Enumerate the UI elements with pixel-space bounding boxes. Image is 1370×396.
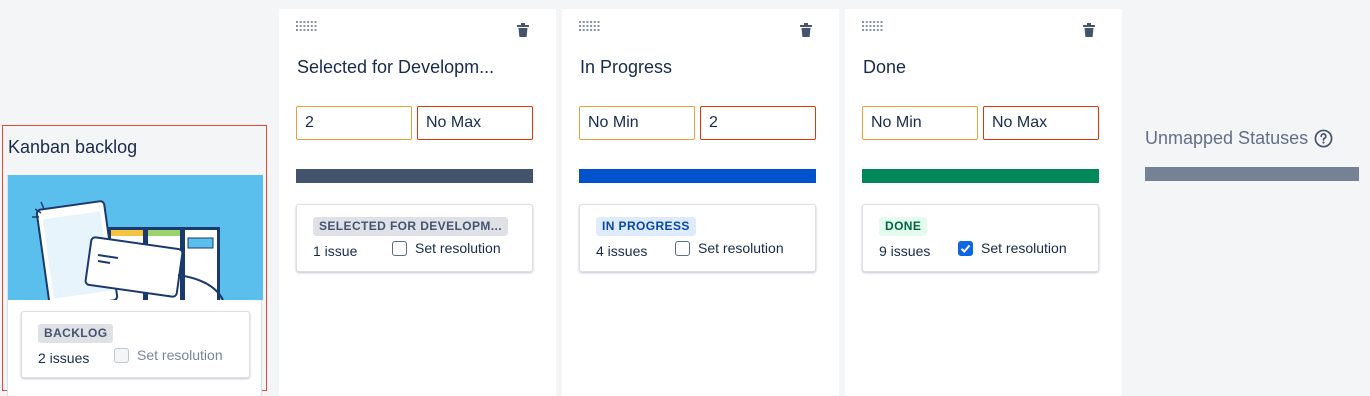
max-constraint-input[interactable] [417,106,533,140]
set-resolution-checkbox[interactable]: Set resolution [114,347,223,363]
trash-icon[interactable] [798,22,814,38]
column-title[interactable]: Done [863,57,906,78]
column-title: Kanban backlog [8,137,138,157]
status-category-bar [862,169,1099,183]
status-card[interactable]: IN PROGRESS 4 issues Set resolution [579,204,816,272]
status-column[interactable]: In Progress IN PROGRESS 4 issues Set res… [562,9,839,396]
min-constraint-input[interactable] [579,106,695,140]
set-resolution-checkbox[interactable]: Set resolution [675,240,784,256]
status-lozenge: BACKLOG [38,324,114,343]
unmapped-statuses-title: Unmapped Statuses [1145,128,1333,149]
issue-count: 1 issue [313,243,358,259]
checkbox-box[interactable] [958,240,973,256]
trash-icon[interactable] [515,22,531,38]
status-lozenge: DONE [879,217,928,236]
backlog-panel: BACKLOG 2 issues Set resolution [7,175,263,396]
checkbox-box[interactable] [392,240,407,256]
max-constraint-input[interactable] [700,106,816,140]
status-category-bar [579,169,816,183]
column-title[interactable]: Selected for Developm... [297,57,494,78]
status-lozenge: IN PROGRESS [596,217,696,236]
status-card[interactable]: BACKLOG 2 issues Set resolution [21,311,250,378]
checkbox-box[interactable] [675,240,690,256]
issue-count: 2 issues [38,350,90,366]
set-resolution-label: Set resolution [137,347,223,363]
checkbox-box[interactable] [114,347,129,363]
set-resolution-label: Set resolution [415,240,501,256]
drag-handle-icon[interactable] [296,21,318,33]
trash-icon[interactable] [1081,22,1097,38]
help-icon[interactable] [1314,129,1333,148]
status-category-bar [296,169,533,183]
drag-handle-icon[interactable] [862,21,884,33]
status-column[interactable]: Done DONE 9 issues Set resolution [845,9,1122,396]
max-constraint-input[interactable] [983,106,1099,140]
status-card[interactable]: DONE 9 issues Set resolution [862,204,1099,272]
unmapped-status-bar [1145,167,1359,181]
backlog-illustration [8,175,263,300]
status-lozenge: SELECTED FOR DEVELOPM... [313,217,508,236]
status-column[interactable]: Selected for Developm... SELECTED FOR DE… [279,9,556,396]
issue-count: 4 issues [596,243,648,259]
set-resolution-label: Set resolution [981,240,1067,256]
set-resolution-checkbox[interactable]: Set resolution [392,240,501,256]
set-resolution-checkbox[interactable]: Set resolution [958,240,1067,256]
kanban-backlog-column[interactable]: Kanban backlog BACKLOG 2 issues Set reso… [2,125,267,396]
status-card[interactable]: SELECTED FOR DEVELOPM... 1 issue Set res… [296,204,533,272]
set-resolution-label: Set resolution [698,240,784,256]
column-title[interactable]: In Progress [580,57,672,78]
min-constraint-input[interactable] [296,106,412,140]
unmapped-title-text: Unmapped Statuses [1145,128,1309,148]
issue-count: 9 issues [879,243,931,259]
drag-handle-icon[interactable] [579,21,601,33]
min-constraint-input[interactable] [862,106,978,140]
